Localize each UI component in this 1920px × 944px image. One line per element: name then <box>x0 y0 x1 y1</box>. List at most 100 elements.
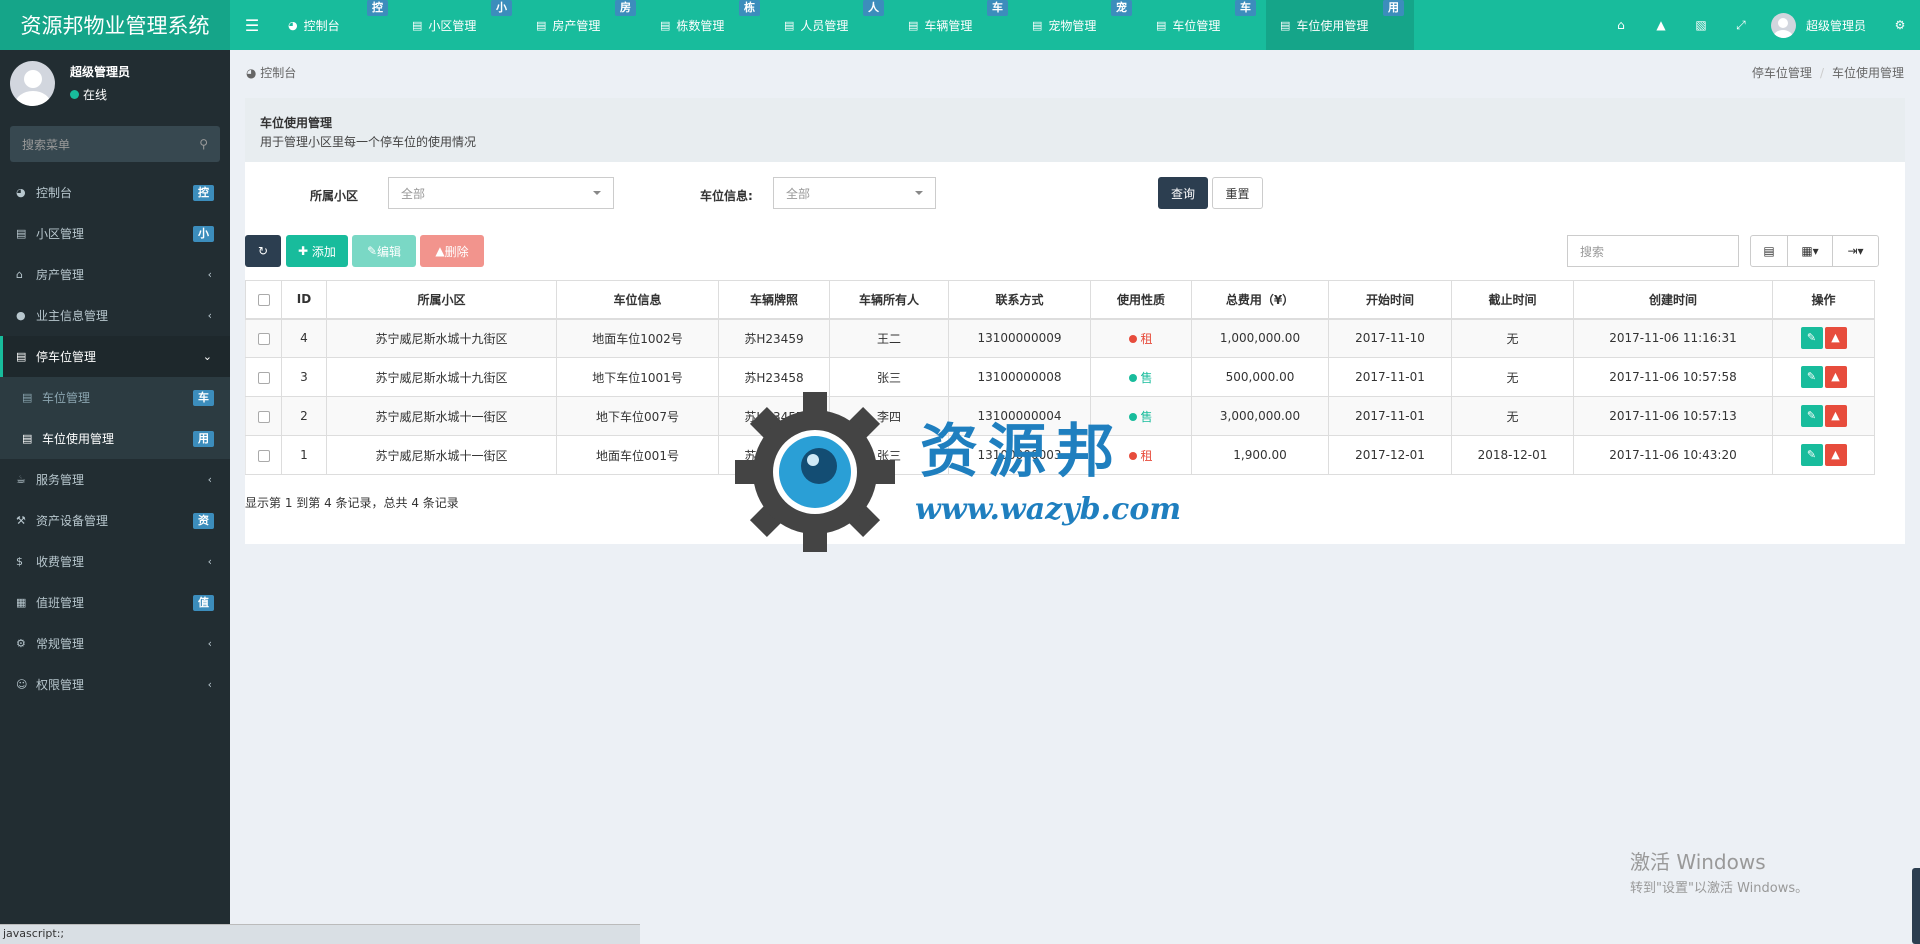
query-button[interactable]: 查询 <box>1158 177 1208 209</box>
row-edit-button[interactable]: ✎ <box>1800 366 1823 388</box>
cell-space: 地面车位001号 <box>556 435 719 475</box>
app-brand[interactable]: 资源邦物业管理系统 <box>0 0 230 50</box>
row-checkbox[interactable] <box>257 410 270 423</box>
table-row[interactable]: 4 苏宁威尼斯水城十九街区 地面车位1002号 苏H23459 王二 13100… <box>245 318 1875 358</box>
column-header[interactable]: 车位信息 <box>556 280 719 320</box>
row-delete-button[interactable]: ▲ <box>1824 366 1847 388</box>
trash-icon[interactable]: ▲ <box>1641 0 1681 50</box>
sidebar-item-community[interactable]: ▤ 小区管理 小 <box>0 213 230 254</box>
edit-button[interactable]: ✎ 编辑 <box>352 235 416 267</box>
column-header[interactable]: 截止时间 <box>1451 280 1574 320</box>
column-header[interactable]: 创建时间 <box>1573 280 1773 320</box>
breadcrumb-home[interactable]: ◕ 控制台 <box>246 64 296 81</box>
cell-end: 无 <box>1451 318 1574 358</box>
watermark-logo: 资源邦 www.wazyb.com <box>735 392 1195 552</box>
scroll-edge-handle[interactable] <box>1912 868 1920 944</box>
sidebar-badge: 小 <box>193 225 214 242</box>
tab-people[interactable]: ▤ 人员管理人 <box>770 0 894 50</box>
row-checkbox[interactable] <box>257 371 270 384</box>
column-header[interactable]: 联系方式 <box>948 280 1091 320</box>
sidebar-item-property[interactable]: ⌂ 房产管理 ‹ <box>0 254 230 295</box>
home-icon[interactable]: ⌂ <box>1601 0 1641 50</box>
sidebar-item-label: 车位管理 <box>42 391 91 405</box>
sidebar-user: 超级管理员 在线 <box>0 50 230 116</box>
column-header[interactable]: 总费用（¥） <box>1191 280 1329 320</box>
row-select-cell <box>245 318 282 358</box>
tab-badge: 车 <box>1235 0 1256 16</box>
row-edit-button[interactable]: ✎ <box>1800 327 1823 350</box>
delete-button[interactable]: ▲ 删除 <box>420 235 484 267</box>
tab-label: 车位管理 <box>1172 18 1221 33</box>
tab-dashboard[interactable]: ◕ 控制台 控 <box>274 0 398 50</box>
row-edit-button[interactable]: ✎ <box>1800 405 1823 427</box>
activation-title: 激活 Windows <box>1630 850 1766 874</box>
sidebar-item-parking-usage[interactable]: ▤ 车位使用管理 用 <box>0 418 230 459</box>
chevron-left-icon: ‹ <box>207 678 212 691</box>
cell-use: 售 <box>1090 357 1192 397</box>
row-checkbox[interactable] <box>257 449 270 462</box>
row-checkbox[interactable] <box>257 332 270 345</box>
sidebar-item-assets[interactable]: ⚒ 资产设备管理 资 <box>0 500 230 541</box>
row-edit-button[interactable]: ✎ <box>1800 444 1823 466</box>
refresh-button[interactable]: ↻ <box>245 235 281 267</box>
column-header[interactable]: ID <box>281 280 327 320</box>
reset-button[interactable]: 重置 <box>1212 177 1263 209</box>
sidebar-item-label: 车位使用管理 <box>42 432 115 446</box>
header-user[interactable]: 超级管理员 <box>1761 12 1880 38</box>
row-delete-button[interactable]: ▲ <box>1824 444 1847 466</box>
export-button[interactable]: ⇥▾ <box>1833 236 1878 266</box>
dollar-icon: $ <box>16 555 23 568</box>
table-view-controls: ▤ ▦▾ ⇥▾ <box>1750 235 1879 267</box>
search-icon[interactable]: ⚲ <box>199 137 208 151</box>
row-select-cell <box>245 396 282 436</box>
community-select[interactable]: 全部 <box>388 177 614 209</box>
tab-community[interactable]: ▤ 小区管理小 <box>398 0 522 50</box>
tab-vehicle[interactable]: ▤ 车辆管理车 <box>894 0 1018 50</box>
sidebar-item-fees[interactable]: $ 收费管理 ‹ <box>0 541 230 582</box>
coffee-icon: ☕ <box>16 473 26 486</box>
cell-start: 2017-11-10 <box>1328 318 1452 358</box>
sidebar-item-owner[interactable]: ● 业主信息管理 ‹ <box>0 295 230 336</box>
language-icon[interactable]: ▧ <box>1681 0 1721 50</box>
toggle-view-button[interactable]: ▤ <box>1751 236 1788 266</box>
select-all-checkbox[interactable] <box>257 293 270 306</box>
cell-id: 3 <box>281 357 327 397</box>
list-icon: ▤ <box>16 227 27 240</box>
sidebar-item-parking[interactable]: ▤ 停车位管理 ⌄ <box>0 336 230 377</box>
settings-icon[interactable]: ⚙ <box>1880 0 1920 50</box>
column-header[interactable]: 开始时间 <box>1328 280 1452 320</box>
dashboard-icon: ◕ <box>246 66 261 80</box>
sidebar-search-input[interactable]: 搜索菜单 ⚲ <box>10 126 220 162</box>
row-delete-button[interactable]: ▲ <box>1824 405 1847 427</box>
fullscreen-icon[interactable]: ⤢ <box>1721 0 1761 50</box>
space-select[interactable]: 全部 <box>773 177 936 209</box>
cell-actions: ✎ ▲ <box>1772 396 1875 436</box>
table-search-input[interactable]: 搜索 <box>1567 235 1739 267</box>
sidebar-item-duty[interactable]: ▦ 值班管理 值 <box>0 582 230 623</box>
breadcrumb-item[interactable]: 停车位管理 <box>1752 66 1812 80</box>
column-header[interactable]: 车辆牌照 <box>718 280 830 320</box>
tab-property[interactable]: ▤ 房产管理房 <box>522 0 646 50</box>
add-button[interactable]: ✚ 添加 <box>286 235 348 267</box>
avatar <box>10 60 55 106</box>
table-row[interactable]: 3 苏宁威尼斯水城十九街区 地下车位1001号 苏H23458 张三 13100… <box>245 357 1875 397</box>
row-delete-button[interactable]: ▲ <box>1824 327 1847 350</box>
cogs-icon: ⚙ <box>16 637 26 650</box>
sidebar-item-general[interactable]: ⚙ 常规管理 ‹ <box>0 623 230 664</box>
column-header[interactable]: 使用性质 <box>1090 280 1192 320</box>
dashboard-icon: ◕ <box>16 186 26 199</box>
menu-toggle-icon[interactable]: ☰ <box>230 0 274 50</box>
tab-parking[interactable]: ▤ 车位管理车 <box>1142 0 1266 50</box>
tab-building[interactable]: ▤ 栋数管理栋 <box>646 0 770 50</box>
sidebar-item-parking-space[interactable]: ▤ 车位管理 车 <box>0 377 230 418</box>
columns-button[interactable]: ▦▾ <box>1788 236 1833 266</box>
column-header[interactable]: 车辆所有人 <box>829 280 949 320</box>
tab-badge: 用 <box>1383 0 1404 16</box>
tab-parking-usage[interactable]: ▤ 车位使用管理用 <box>1266 0 1414 50</box>
sidebar-item-service[interactable]: ☕ 服务管理 ‹ <box>0 459 230 500</box>
tab-pet[interactable]: ▤ 宠物管理宠 <box>1018 0 1142 50</box>
sidebar-item-permission[interactable]: ☺ 权限管理 ‹ <box>0 664 230 705</box>
column-header[interactable]: 所属小区 <box>326 280 557 320</box>
use-type-label: 售 <box>1140 370 1153 385</box>
sidebar-item-dashboard[interactable]: ◕ 控制台 控 <box>0 172 230 213</box>
